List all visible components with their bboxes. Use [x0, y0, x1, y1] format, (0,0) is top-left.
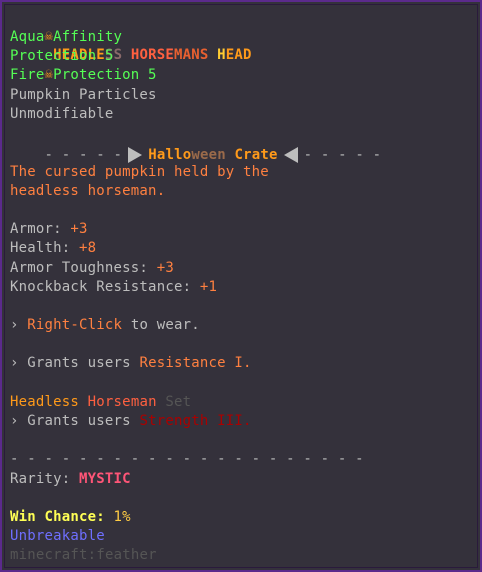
enchantment-line: Protection 5 — [10, 48, 114, 64]
title-segment: HORSE — [130, 47, 174, 63]
stat-knockback-resistance: Knockback Resistance: +1 — [10, 278, 217, 297]
crate-name-part: Hallo — [148, 147, 192, 163]
set-name-part: Set — [156, 394, 192, 410]
stat-value: +8 — [79, 240, 97, 256]
bottom-divider: - - - - - - - - - - - - - - - - - - - - … — [10, 451, 364, 467]
set-bonus: › Grants users Strength III. — [10, 412, 252, 431]
stat-armor-toughness: Armor Toughness: +3 — [10, 259, 174, 278]
item-id: minecraft:feather — [10, 547, 157, 563]
rarity: Rarity: MYSTIC — [10, 470, 131, 489]
stat-value: +3 — [156, 260, 174, 276]
title-segment: EAD — [225, 47, 252, 63]
description-line: The cursed pumpkin held by the — [10, 164, 269, 180]
stat-label: Health: — [10, 240, 80, 256]
ability-wear: › Right-Click to wear. — [10, 316, 200, 335]
rarity-label: Rarity: — [10, 471, 80, 487]
crate-name-part: Crate — [225, 147, 278, 163]
stat-health: Health: +8 — [10, 239, 96, 258]
arrow-right-icon — [128, 147, 143, 163]
win-chance-value: 1% — [113, 509, 131, 525]
stat-value: +3 — [70, 221, 88, 237]
stat-label: Knockback Resistance: — [10, 279, 200, 295]
stat-label: Armor Toughness: — [10, 260, 157, 276]
ability-action: Right-Click — [27, 317, 123, 333]
ability-effect: Resistance I. — [139, 355, 252, 371]
item-tooltip: ☠ HEADLESS HORSEMANS HEAD ☠ Aqua Affinit… — [0, 0, 482, 572]
title-segment: H — [217, 47, 226, 63]
stat-armor: Armor: +3 — [10, 220, 88, 239]
crate-name-part: ween — [191, 147, 226, 163]
enchantment-line: Aqua Affinity — [10, 29, 123, 45]
rarity-value: MYSTIC — [79, 471, 131, 487]
title-segment: MANS — [173, 47, 218, 63]
stat-value: +1 — [199, 279, 218, 295]
ability-resistance: › Grants users Resistance I. — [10, 354, 252, 373]
win-chance-label: Win Chance: — [10, 509, 114, 525]
ability-suffix: to wear. — [122, 317, 200, 333]
item-id-namespace: minecraft — [10, 547, 88, 563]
set-bonus-prefix: › Grants users — [10, 413, 140, 429]
divider-dashes: - - - - - — [303, 147, 382, 163]
ability-prefix: › Grants users — [10, 355, 140, 371]
effect-line: Pumpkin Particles — [10, 87, 157, 103]
unbreakable-tag: Unbreakable — [10, 528, 105, 544]
set-name-part: Horseman — [87, 394, 157, 410]
enchantment-line: Fire Protection 5 — [10, 67, 157, 83]
description-line: headless horseman. — [10, 183, 166, 199]
arrow-left-icon — [283, 147, 298, 163]
item-id-name: feather — [96, 547, 157, 563]
stat-label: Armor: — [10, 221, 71, 237]
set-name-part: Headless — [10, 394, 88, 410]
divider-dashes: - - - - - — [44, 147, 123, 163]
win-chance: Win Chance: 1% — [10, 508, 131, 527]
set-name: Headless Horseman Set — [10, 393, 191, 412]
set-bonus-effect: Strength III. — [139, 413, 252, 429]
bullet: › — [10, 317, 28, 333]
